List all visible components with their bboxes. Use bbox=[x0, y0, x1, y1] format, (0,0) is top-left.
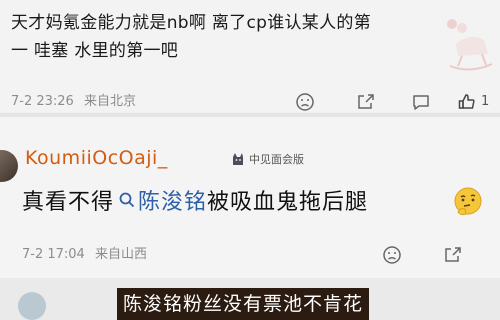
reply-location: 来自山西 bbox=[94, 247, 147, 262]
avatar[interactable] bbox=[18, 292, 46, 320]
cat-badge-icon bbox=[233, 153, 243, 165]
share-icon bbox=[445, 247, 461, 262]
reply-time: 7-2 17:04 bbox=[22, 247, 85, 262]
video-caption: 陈浚铭粉丝没有票池不肯花 bbox=[117, 288, 370, 320]
mention-link[interactable]: 陈浚铭 bbox=[114, 184, 207, 216]
comment-button[interactable] bbox=[410, 91, 432, 113]
thumbs-up-icon bbox=[458, 94, 475, 109]
reply-text-suffix: 被吸血鬼拖后腿 bbox=[207, 190, 369, 215]
share-icon bbox=[358, 94, 374, 109]
comment-text-line-1: 天才妈氪金能力就是nb啊 离了cp谁认某人的第 bbox=[11, 13, 372, 33]
fan-badge[interactable]: 中见面会版 bbox=[230, 151, 304, 167]
comment-meta: 7-2 23:26 来自北京 bbox=[11, 91, 136, 113]
dislike-face-icon bbox=[296, 93, 314, 111]
dislike-face-icon bbox=[383, 246, 401, 264]
share-button[interactable] bbox=[355, 91, 377, 113]
reply-text: 真看不得 陈浚铭 被吸血鬼拖后腿 bbox=[22, 183, 368, 217]
dislike-button[interactable] bbox=[294, 91, 316, 113]
comment-card: 天才妈氪金能力就是nb啊 离了cp谁认某人的第 一 哇塞 水里的第一吧 7-2 … bbox=[0, 0, 500, 112]
reply-share-button[interactable] bbox=[442, 244, 464, 266]
decorative-rocking-horse-icon bbox=[447, 19, 493, 71]
comment-location: 来自北京 bbox=[83, 94, 136, 109]
like-count: 1 bbox=[481, 94, 490, 109]
reply-text-prefix: 真看不得 bbox=[22, 190, 115, 215]
comment-text: 天才妈氪金能力就是nb啊 离了cp谁认某人的第 一 哇塞 水里的第一吧 bbox=[11, 9, 451, 65]
search-icon bbox=[119, 192, 135, 208]
thinking-emoji-icon bbox=[454, 187, 482, 216]
screen: 天才妈氪金能力就是nb啊 离了cp谁认某人的第 一 哇塞 水里的第一吧 7-2 … bbox=[0, 0, 500, 320]
avatar[interactable] bbox=[0, 150, 18, 182]
reply-meta: 7-2 17:04 来自山西 bbox=[22, 244, 147, 266]
fan-badge-label: 中见面会版 bbox=[249, 153, 304, 166]
like-button[interactable] bbox=[456, 91, 478, 113]
comment-text-line-2: 一 哇塞 水里的第一吧 bbox=[11, 41, 179, 61]
reply-dislike-button[interactable] bbox=[381, 244, 403, 266]
comment-time: 7-2 23:26 bbox=[11, 94, 74, 109]
reply-username[interactable]: KoumiiOcOaji_ bbox=[25, 147, 168, 169]
mention-name: 陈浚铭 bbox=[138, 190, 208, 215]
comment-icon bbox=[413, 95, 429, 110]
